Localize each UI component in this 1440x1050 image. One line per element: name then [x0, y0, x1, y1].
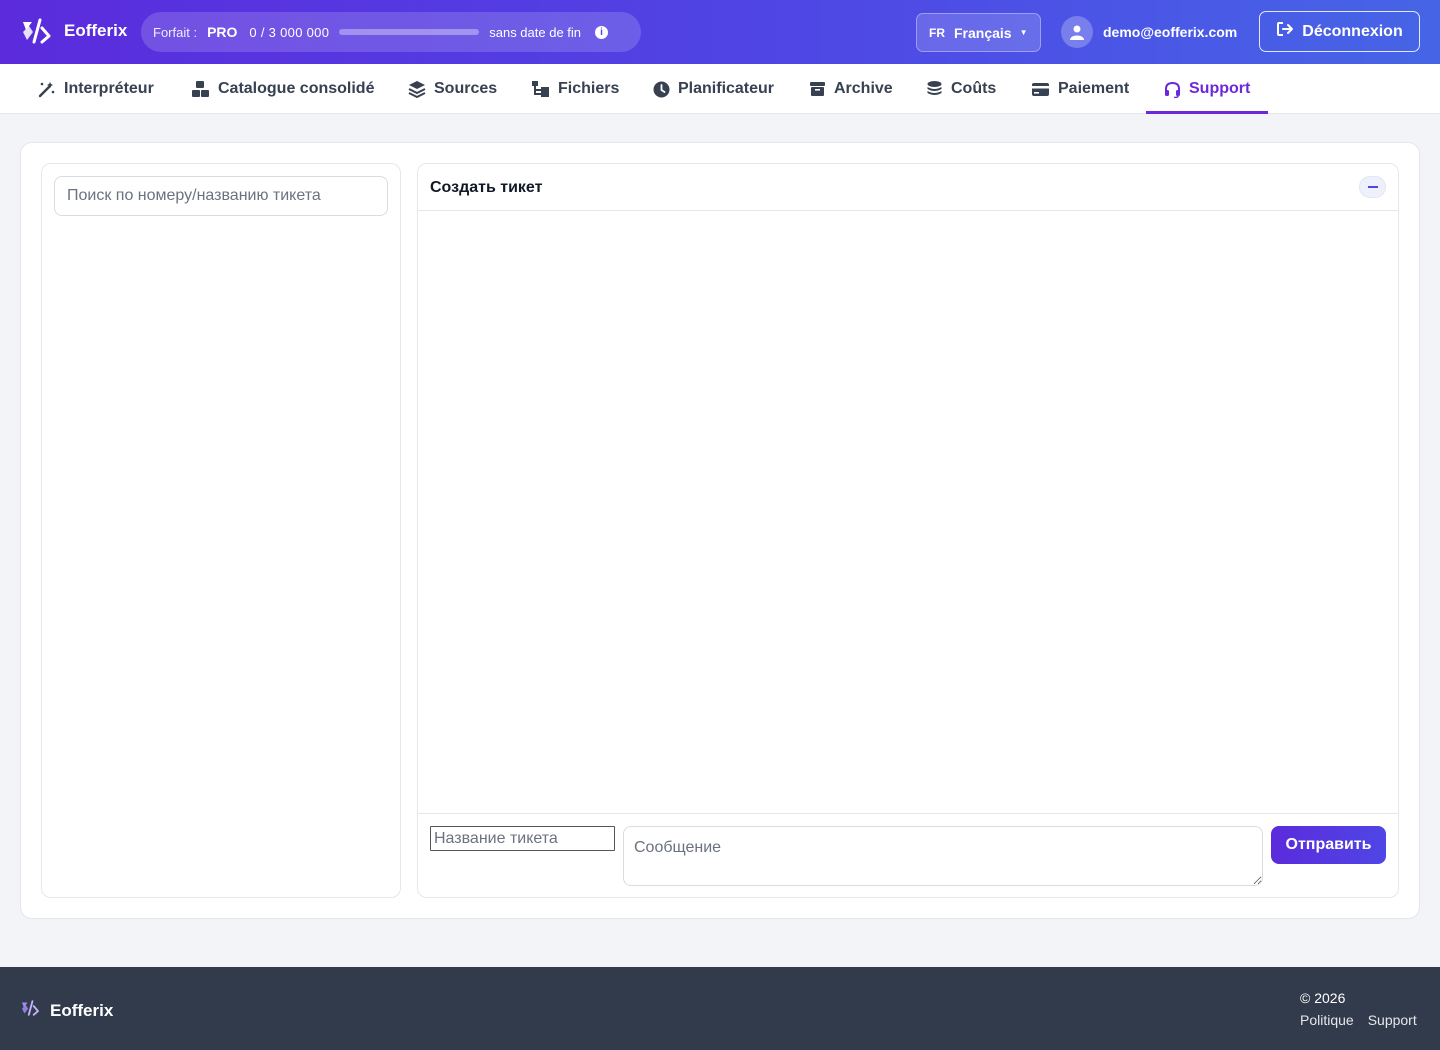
- tab-archive[interactable]: Archive: [809, 64, 893, 114]
- collapse-button[interactable]: [1359, 176, 1386, 198]
- logout-icon: [1276, 21, 1294, 42]
- footer-link-politique[interactable]: Politique: [1300, 1012, 1354, 1028]
- info-icon[interactable]: i: [595, 25, 609, 39]
- magic-wand-icon: [38, 80, 56, 98]
- tab-label: Planificateur: [678, 80, 775, 97]
- user-avatar-icon: [1061, 16, 1093, 48]
- ticket-list-panel: [41, 163, 401, 898]
- tab-couts[interactable]: Coûts: [926, 64, 996, 114]
- main-nav: Interpréteur Catalogue consolidé Sources…: [0, 64, 1440, 114]
- clock-icon: [653, 81, 670, 98]
- tab-label: Interpréteur: [64, 80, 154, 97]
- footer-brand-name: Eofferix: [50, 1000, 114, 1020]
- language-name: Français: [954, 24, 1012, 41]
- archive-box-icon: [809, 81, 826, 97]
- folder-tree-icon: [531, 80, 550, 98]
- user-email: demo@eofferix.com: [1103, 24, 1238, 40]
- ticket-name-input[interactable]: [430, 826, 615, 851]
- tab-sources[interactable]: Sources: [408, 64, 497, 114]
- brand[interactable]: Eofferix: [20, 18, 127, 44]
- user-profile[interactable]: demo@eofferix.com: [1061, 16, 1237, 48]
- language-selector[interactable]: FR Français ▼: [916, 13, 1041, 52]
- tab-label: Paiement: [1058, 80, 1130, 97]
- layers-icon: [408, 80, 426, 98]
- tab-label: Sources: [434, 80, 498, 97]
- usage-progress-bar: [339, 29, 480, 35]
- create-ticket-title: Создать тикет: [430, 179, 543, 196]
- top-bar: Eofferix Forfait : PRO 0 / 3 000 000 san…: [0, 0, 1440, 64]
- tab-support[interactable]: Support: [1164, 64, 1250, 114]
- headset-icon: [1164, 81, 1181, 98]
- active-tab-indicator: [1146, 111, 1268, 114]
- ticket-search-input[interactable]: [54, 176, 388, 216]
- tab-label: Catalogue consolidé: [218, 80, 375, 97]
- tab-paiement[interactable]: Paiement: [1031, 64, 1129, 114]
- tab-label: Support: [1189, 80, 1251, 97]
- footer-links: Politique Support: [1300, 1012, 1417, 1028]
- footer-brand[interactable]: Eofferix: [20, 1000, 113, 1021]
- create-ticket-panel: Создать тикет Отправить: [417, 163, 1399, 898]
- logout-label: Déconnexion: [1302, 22, 1403, 40]
- logout-button[interactable]: Déconnexion: [1259, 11, 1420, 52]
- language-code: FR: [929, 25, 945, 40]
- send-button[interactable]: Отправить: [1271, 826, 1386, 864]
- tab-label: Fichiers: [558, 80, 620, 97]
- message-textarea[interactable]: [623, 826, 1263, 886]
- minus-icon: [1367, 186, 1378, 188]
- logo-icon: [20, 1000, 40, 1021]
- tab-label: Coûts: [951, 80, 997, 97]
- plan-label: Forfait :: [153, 24, 198, 40]
- plan-tier: PRO: [207, 24, 238, 40]
- logo-icon: [20, 18, 52, 44]
- brand-name: Eofferix: [64, 21, 128, 40]
- plan-usage-count: 0 / 3 000 000: [249, 24, 330, 40]
- tab-interpreteur[interactable]: Interpréteur: [38, 64, 154, 114]
- coins-icon: [926, 80, 943, 98]
- create-ticket-header: Создать тикет: [418, 164, 1398, 211]
- tab-fichiers[interactable]: Fichiers: [531, 64, 619, 114]
- credit-card-icon: [1031, 82, 1050, 97]
- tab-catalogue-consolide[interactable]: Catalogue consolidé: [191, 64, 374, 114]
- boxes-icon: [191, 80, 210, 98]
- plan-usage: Forfait : PRO 0 / 3 000 000 sans date de…: [141, 12, 641, 52]
- tab-planificateur[interactable]: Planificateur: [653, 64, 774, 114]
- caret-down-icon: ▼: [1019, 28, 1028, 37]
- plan-validity: sans date de fin: [489, 24, 582, 40]
- footer-link-support[interactable]: Support: [1368, 1012, 1417, 1028]
- copyright: © 2026: [1300, 990, 1346, 1006]
- page-footer: Eofferix © 2026 Politique Support: [0, 967, 1440, 1050]
- tab-label: Archive: [834, 80, 893, 97]
- create-ticket-form: Отправить: [418, 813, 1398, 897]
